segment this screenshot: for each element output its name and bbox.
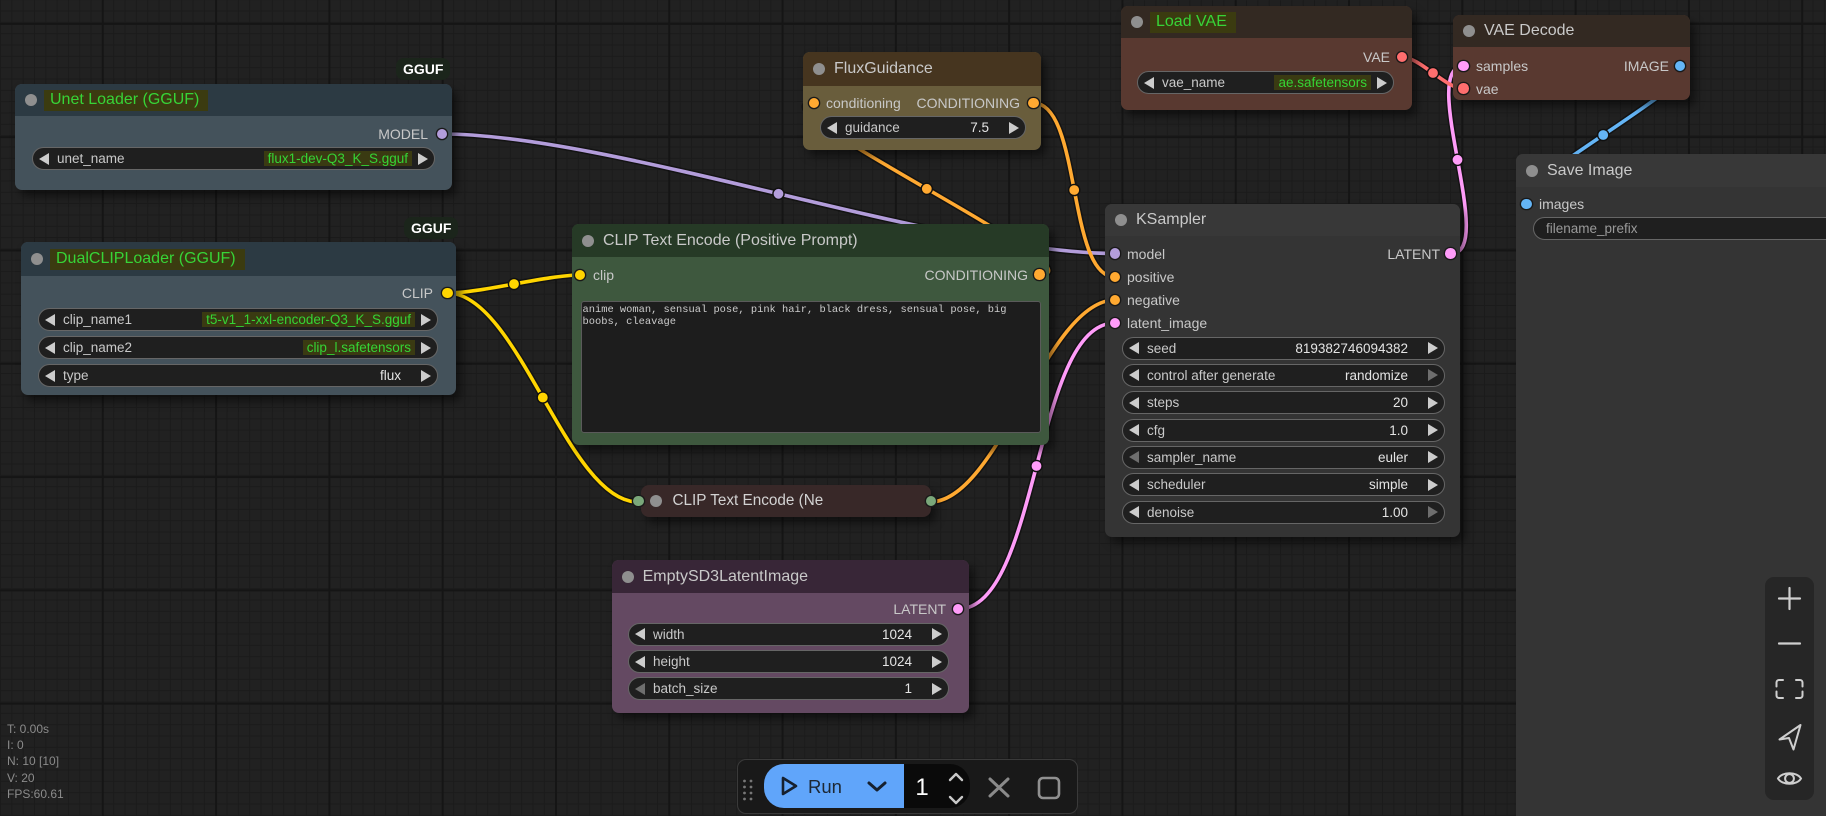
svg-text:Run: Run xyxy=(808,776,842,797)
svg-text:1: 1 xyxy=(915,774,928,801)
